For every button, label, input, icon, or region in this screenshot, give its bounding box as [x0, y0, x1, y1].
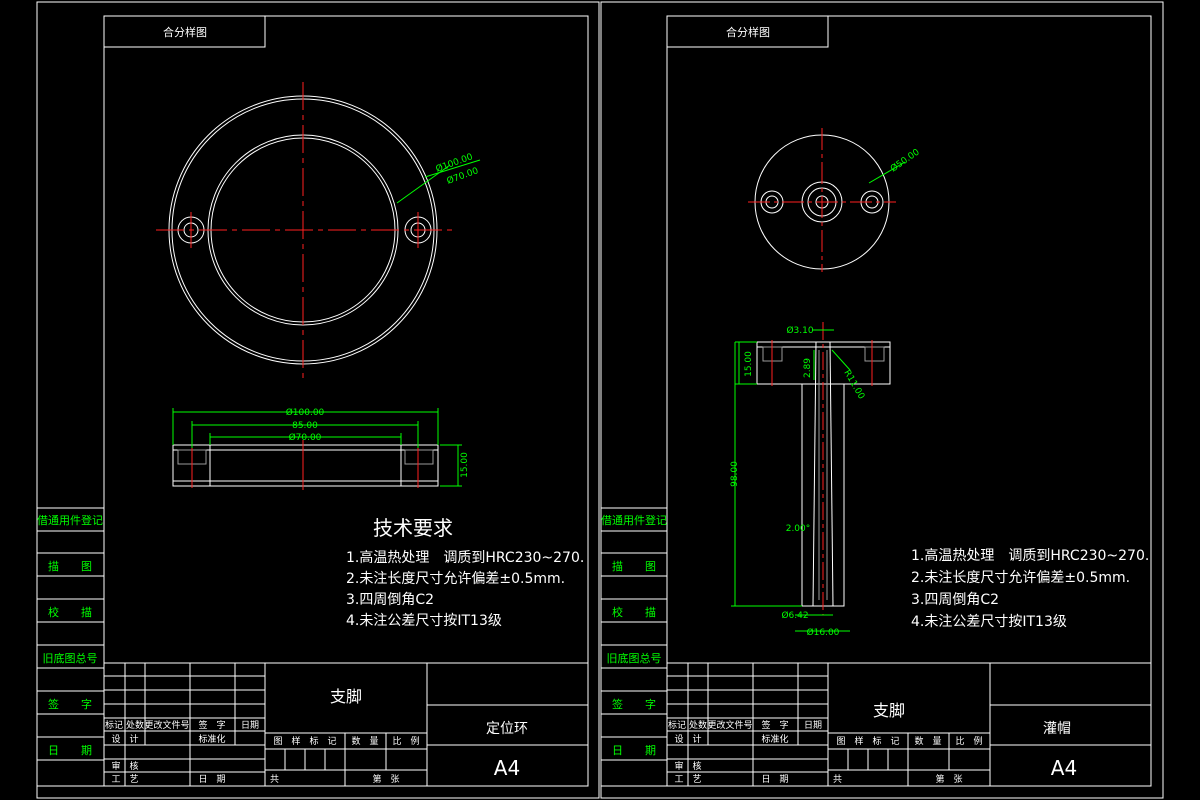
rev-h3: 更改文件号	[707, 719, 752, 731]
sign-standard: 标准化	[198, 733, 225, 745]
sheet-size: A4	[494, 756, 520, 780]
rev-h4: 签 字	[761, 719, 788, 731]
cad-drawing: 合分样图 Ø100.00 Ø70.00 Ø100.00 85.00 Ø70.00…	[36, 1, 1164, 799]
header-label: 合分样图	[163, 25, 207, 39]
drawing-frame	[103, 15, 589, 787]
part-name: 支脚	[330, 687, 362, 706]
dim-thickness: 15.00	[460, 452, 470, 478]
part-name: 支脚	[873, 701, 905, 720]
tech-item-1: 1.高温热处理 调质到HRC230~270.	[346, 549, 584, 566]
drawing-name: 定位环	[486, 721, 528, 737]
tech-item-2: 2.未注长度尺寸允许偏差±0.5mm.	[911, 570, 1130, 586]
rev-h3: 更改文件号	[144, 719, 189, 731]
tech-item-4: 4.未注公差尺寸按IT13级	[346, 613, 502, 629]
side-label-2: 描 图	[48, 559, 92, 573]
sign-process: 工 艺	[111, 774, 138, 785]
ring-section-view: Ø100.00 85.00 Ø70.00 15.00	[172, 407, 470, 490]
dim-bottom-bore: Ø6.42	[781, 610, 808, 621]
dim-hole-spacing: 85.00	[292, 421, 318, 431]
rev-h2: 处数	[689, 719, 707, 731]
sheet-border	[36, 1, 600, 799]
sheet-total: 共	[270, 774, 279, 785]
sign-standard: 标准化	[761, 733, 788, 745]
side-label-4: 旧底图总号	[607, 651, 662, 665]
dim-radius: R11.00	[841, 369, 866, 402]
sign-review: 审 核	[111, 760, 138, 772]
sign-process: 工 艺	[674, 774, 701, 785]
rev-h1: 标记	[105, 719, 123, 731]
sign-date: 日 期	[761, 774, 788, 785]
title-block: 标记 处数 更改文件号 签 字 日期 设 计 标准化 审 核 工 艺 日 期 图…	[103, 662, 589, 787]
dim-cap-outer: Ø50.00	[888, 146, 921, 174]
sheet-total: 共	[833, 774, 842, 785]
tech-item-3: 3.四周倒角C2	[346, 592, 434, 608]
rev-h1: 标记	[668, 719, 686, 731]
sign-date: 日 期	[198, 774, 225, 785]
tech-item-1: 1.高温热处理 调质到HRC230~270.	[911, 547, 1149, 564]
tech-item-3: 3.四周倒角C2	[911, 592, 999, 608]
side-label-5: 签 字	[48, 697, 92, 711]
dim-shaft-dia: Ø16.00	[807, 627, 840, 638]
side-label-4: 旧底图总号	[43, 651, 98, 665]
side-label-6: 日 期	[48, 744, 92, 757]
dim-section-width: Ø100.00	[286, 407, 325, 418]
cap-top-view: Ø50.00	[748, 128, 922, 272]
tech-item-2: 2.未注长度尺寸允许偏差±0.5mm.	[346, 571, 565, 587]
sheet-border	[600, 1, 1164, 799]
stage-h1: 图 样 标 记	[273, 735, 336, 747]
ring-top-view: Ø100.00 Ø70.00	[156, 82, 480, 378]
stage-h3: 比 例	[955, 735, 982, 747]
rev-h5: 日期	[241, 720, 259, 731]
tech-title: 技术要求	[373, 516, 453, 540]
title-block: 标记 处数 更改文件号 签 字 日期 设 计 标准化 审 核 工 艺 日 期 图…	[666, 662, 1152, 787]
sign-design: 设 计	[111, 733, 138, 745]
side-label-3: 校 描	[48, 605, 92, 619]
side-label-3: 校 描	[612, 605, 656, 619]
side-labels: 借通用件登记 描 图 校 描 旧底图总号 签 字 日 期	[36, 507, 105, 787]
rev-h5: 日期	[804, 720, 822, 731]
stage-h2: 数 量	[351, 735, 378, 747]
stage-h3: 比 例	[392, 735, 419, 747]
sign-review: 审 核	[674, 760, 701, 772]
stage-h2: 数 量	[914, 735, 941, 747]
tech-item-4: 4.未注公差尺寸按IT13级	[911, 614, 1067, 630]
drawing-frame	[666, 15, 1152, 787]
side-label-5: 签 字	[612, 697, 656, 711]
cap-section-view: Ø3.10 R11.00 15.00 2.89 98.00 2.00° Ø6.4…	[730, 322, 891, 638]
drawing-name: 灌帽	[1043, 721, 1071, 737]
side-labels: 借通用件登记 描 图 校 描 旧底图总号 签 字 日 期	[600, 507, 668, 787]
sheet-size: A4	[1051, 756, 1077, 780]
side-label-1: 借通用件登记	[37, 513, 103, 527]
dim-flange-height: 15.00	[744, 351, 754, 377]
sheet-right: 合分样图 Ø50.00 Ø3.10 R11.00 15.00 2.89 98.0…	[600, 1, 1164, 799]
dim-step: 2.89	[803, 358, 813, 378]
rev-h2: 处数	[126, 719, 144, 731]
sign-design: 设 计	[674, 733, 701, 745]
dim-inner-width: Ø70.00	[289, 432, 322, 443]
sheet-number: 第 张	[372, 773, 399, 785]
sheet-number: 第 张	[935, 773, 962, 785]
side-label-6: 日 期	[612, 744, 656, 757]
dim-taper: 2.00°	[786, 524, 811, 534]
stage-h1: 图 样 标 记	[836, 735, 899, 747]
rev-h4: 签 字	[198, 719, 225, 731]
side-label-2: 描 图	[612, 559, 656, 573]
side-label-1: 借通用件登记	[601, 513, 667, 527]
dim-top-bore: Ø3.10	[786, 325, 813, 336]
header-label: 合分样图	[726, 25, 770, 39]
dim-length: 98.00	[730, 461, 740, 487]
sheet-left: 合分样图 Ø100.00 Ø70.00 Ø100.00 85.00 Ø70.00…	[36, 1, 600, 799]
